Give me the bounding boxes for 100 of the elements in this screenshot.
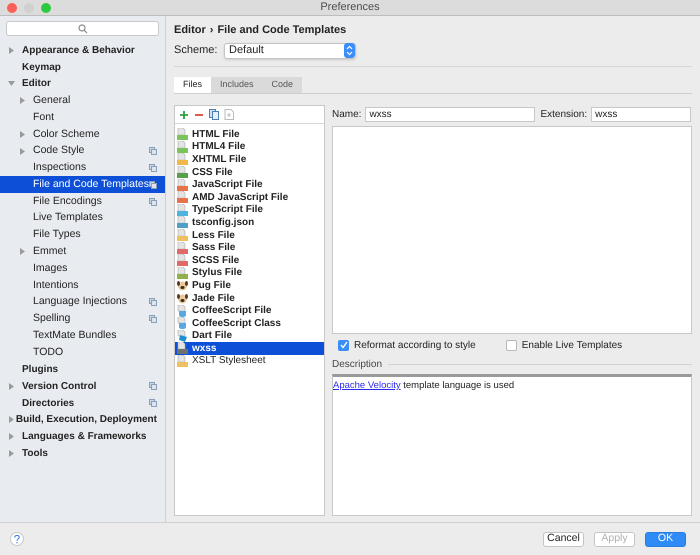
template-list-item[interactable]: Dart File (175, 330, 324, 342)
checkbox[interactable] (506, 340, 517, 350)
template-list-item[interactable]: wxss (175, 342, 324, 355)
breadcrumb-separator: › (210, 22, 214, 38)
sidebar-item[interactable]: Emmet (0, 244, 165, 260)
file-type-icon (177, 229, 188, 242)
template-list-item[interactable]: CSS File (175, 166, 324, 178)
sidebar-item[interactable]: Color Scheme (0, 126, 165, 143)
help-button[interactable] (10, 532, 24, 546)
file-type-icon (177, 191, 188, 204)
template-list-item[interactable]: CoffeeScript Class (175, 316, 324, 330)
sidebar-item[interactable]: General (0, 92, 165, 110)
expanded-arrow-icon[interactable] (8, 80, 15, 88)
sidebar-item[interactable]: File Types (0, 226, 165, 244)
dialog-button[interactable]: Cancel (543, 532, 584, 546)
sidebar-item[interactable]: Plugins (0, 361, 165, 378)
dog-face-icon (177, 280, 188, 291)
sidebar-item[interactable]: Code Style (0, 142, 165, 160)
file-type-icon (177, 266, 188, 279)
description-text: Apache Velocity template language is used (333, 380, 514, 391)
template-list-item[interactable]: XHTML File (175, 153, 324, 166)
question-mark-icon (14, 534, 20, 544)
file-type-icon (177, 140, 188, 153)
tab[interactable]: Files (174, 77, 212, 93)
sidebar-item[interactable]: File and Code Templates (0, 176, 165, 194)
file-type-icon (177, 204, 188, 216)
file-type-icon (177, 354, 188, 367)
sidebar-item[interactable]: Languages & Frameworks (0, 428, 165, 446)
sidebar-item[interactable]: Font (0, 109, 165, 126)
template-list-item[interactable]: TypeScript File (175, 204, 324, 216)
sidebar-item[interactable]: Live Templates (0, 210, 165, 227)
file-type-icon (177, 216, 188, 228)
extension-label: Extension: (540, 108, 588, 122)
file-type-icon (177, 254, 188, 266)
sidebar-item[interactable]: Build, Execution, Deployment (0, 412, 165, 428)
reset-icon[interactable] (224, 109, 234, 120)
sidebar-item[interactable]: Language Injections (0, 294, 165, 311)
search-icon (78, 24, 88, 34)
template-list-item[interactable]: CoffeeScript File (175, 304, 324, 317)
file-type-icon (177, 128, 188, 140)
template-list-item[interactable]: Jade File (175, 292, 324, 304)
sidebar-item[interactable]: TextMate Bundles (0, 328, 165, 344)
sidebar-item[interactable]: Intentions (0, 277, 165, 294)
checkbox-label: Reformat according to style (354, 338, 476, 352)
template-list-item[interactable]: AMD JavaScript File (175, 190, 324, 204)
collapsed-arrow-icon[interactable] (19, 130, 26, 138)
checkbox[interactable] (338, 340, 349, 350)
file-type-icon (177, 153, 188, 166)
close-icon[interactable] (7, 3, 17, 13)
sidebar-item[interactable]: Inspections (0, 160, 165, 176)
file-type-icon (177, 242, 188, 254)
template-list-item[interactable]: XSLT Stylesheet (175, 354, 324, 368)
sidebar-item[interactable]: Editor (0, 76, 165, 92)
scheme-dropdown[interactable]: Default (224, 42, 356, 58)
breadcrumb-current: File and Code Templates (217, 22, 346, 38)
sidebar-item[interactable]: File Encodings (0, 193, 165, 210)
file-type-icon (177, 342, 188, 354)
template-list-item[interactable]: tsconfig.json (175, 216, 324, 229)
check-icon (340, 341, 348, 349)
extension-field[interactable]: wxss (591, 106, 692, 122)
sidebar-item[interactable]: Spelling (0, 310, 165, 328)
add-icon[interactable] (179, 110, 189, 120)
collapsed-arrow-icon[interactable] (19, 248, 26, 256)
sidebar-item[interactable]: Tools (0, 445, 165, 462)
file-type-icon (177, 178, 188, 191)
collapsed-arrow-icon[interactable] (8, 382, 15, 390)
collapsed-arrow-icon[interactable] (19, 97, 26, 104)
collapsed-arrow-icon[interactable] (8, 416, 15, 424)
collapsed-arrow-icon[interactable] (8, 46, 15, 54)
template-list-item[interactable]: Pug File (175, 279, 324, 292)
link[interactable]: Apache Velocity (333, 380, 401, 391)
template-list-item[interactable]: Sass File (175, 241, 324, 254)
tab[interactable]: Code (262, 77, 302, 93)
sidebar-item[interactable]: Version Control (0, 378, 165, 395)
template-list-item[interactable]: HTML4 File (175, 140, 324, 154)
description-label: Description (332, 358, 382, 372)
template-list-item[interactable]: JavaScript File (175, 178, 324, 191)
sidebar-item[interactable]: Directories (0, 394, 165, 412)
coffee-cup-icon (177, 304, 188, 317)
template-list-item[interactable]: HTML File (175, 128, 324, 141)
scheme-label: Scheme: (174, 43, 218, 58)
collapsed-arrow-icon[interactable] (8, 450, 15, 458)
coffee-cup-icon (177, 317, 188, 330)
template-list-item[interactable]: SCSS File (175, 254, 324, 267)
sidebar-item[interactable]: Images (0, 260, 165, 278)
sidebar-item[interactable]: Appearance & Behavior (0, 42, 165, 59)
template-list-item[interactable]: Stylus File (175, 266, 324, 280)
copy-icon[interactable] (209, 109, 219, 120)
dropdown-arrows-icon (344, 43, 355, 58)
zoom-icon[interactable] (41, 3, 51, 13)
sidebar-item[interactable]: Keymap (0, 58, 165, 76)
search-field[interactable] (6, 21, 159, 36)
tab[interactable]: Includes (211, 77, 263, 93)
name-field[interactable]: wxss (365, 106, 536, 122)
breadcrumb-parent[interactable]: Editor (174, 22, 206, 38)
name-label: Name: (332, 108, 362, 122)
sidebar-item[interactable]: TODO (0, 344, 165, 362)
collapsed-arrow-icon[interactable] (19, 148, 26, 155)
template-list-item[interactable]: Less File (175, 228, 324, 242)
collapsed-arrow-icon[interactable] (8, 433, 15, 440)
